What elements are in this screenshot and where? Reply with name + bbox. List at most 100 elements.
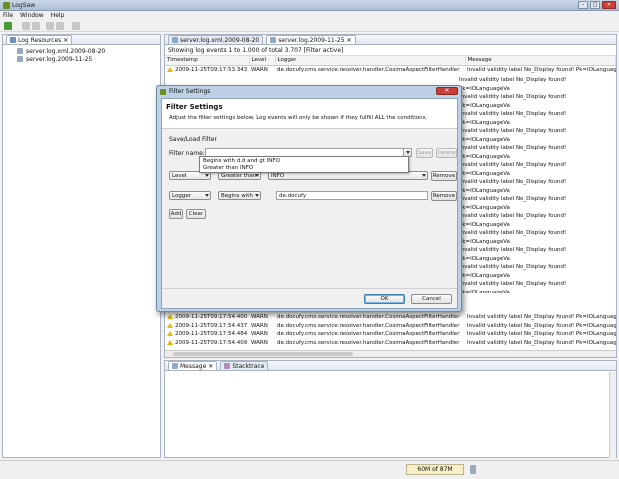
- warning-icon: [167, 314, 173, 320]
- cell-level: WARN: [251, 331, 268, 338]
- filter-name-dropdown: Begins with d.d and gt INFO Greater than…: [199, 156, 409, 173]
- list-item[interactable]: server.log.2009-11-25: [3, 55, 160, 63]
- dialog-title: Filter Settings: [169, 88, 211, 95]
- table-row[interactable]: 2009-11-25T09:17:54.484 WARN de.docufy.c…: [165, 330, 616, 339]
- back-icon[interactable]: [22, 22, 30, 30]
- cell-message: Invalid validity label No_Display found!…: [459, 128, 567, 143]
- rule2-remove-button[interactable]: Remove: [431, 191, 457, 201]
- log-resource-label: server.log.xml.2009-08-20: [26, 47, 106, 55]
- tab-log-resources[interactable]: Log Resources ✕: [6, 35, 73, 44]
- cell-message: Invalid validity label No_Display found!…: [459, 77, 567, 92]
- tab-log-xml[interactable]: server.log.xml.2009-08-20: [168, 35, 264, 44]
- chevron-down-icon: [205, 194, 209, 197]
- cell-message: Invalid validity label No_Display found!…: [459, 247, 567, 262]
- menu-help[interactable]: Help: [51, 12, 65, 19]
- cell-timestamp: 2009-11-25T09:17:54.484: [175, 331, 248, 338]
- status-bar: 60M of 87M: [0, 460, 619, 479]
- chevron-down-icon: [255, 174, 259, 177]
- tab-stacktrace[interactable]: Stacktrace: [220, 361, 269, 370]
- cell-message: Invalid validity label No_Display found!…: [467, 322, 616, 329]
- list-item[interactable]: server.log.xml.2009-08-20: [3, 47, 160, 55]
- col-timestamp[interactable]: Timestamp: [165, 56, 250, 66]
- dropdown-option[interactable]: Begins with d.d and gt INFO: [203, 158, 405, 165]
- cell-message: Invalid validity label No_Display found!…: [459, 179, 567, 194]
- chevron-down-icon: [205, 174, 209, 177]
- cell-timestamp: 2009-11-25T09:17:54.409: [175, 339, 248, 346]
- table-row[interactable]: 2009-11-25T09:17:54.437 WARN de.docufy.c…: [165, 322, 616, 331]
- chevron-down-icon[interactable]: [403, 149, 411, 156]
- cell-message: Invalid validity label No_Display found!…: [459, 94, 567, 109]
- window-close-button[interactable]: ✕: [602, 1, 616, 9]
- chevron-down-icon: [422, 174, 426, 177]
- dialog-titlebar: Filter Settings: [157, 86, 461, 97]
- minimize-button[interactable]: –: [578, 1, 588, 9]
- clear-rules-button[interactable]: Clear: [186, 209, 206, 219]
- message-column-overflow: Invalid validity label No_Display found!…: [459, 76, 616, 293]
- table-header-row: Timestamp Level Logger Message: [165, 56, 616, 66]
- dropdown-option[interactable]: Greater than INFO: [203, 165, 405, 172]
- message-tab-strip: Message ✕ Stacktrace: [165, 361, 616, 371]
- close-icon[interactable]: ✕: [63, 37, 68, 44]
- ok-button[interactable]: OK: [364, 294, 405, 304]
- add-rule-button[interactable]: Add: [169, 209, 183, 219]
- window-controls: – □ ✕: [578, 1, 616, 9]
- tab-label: server.log.2009-11-25: [278, 36, 345, 44]
- save-load-group-label: Save/Load Filter: [169, 136, 217, 143]
- col-message[interactable]: Message: [465, 56, 616, 66]
- rule2-value-input[interactable]: de.docufy: [276, 191, 428, 200]
- window-title: LogSaw: [12, 2, 36, 9]
- cell-message: Invalid validity label No_Display found!…: [459, 145, 567, 160]
- menu-window[interactable]: Window: [20, 12, 44, 19]
- table-row[interactable]: 2009-11-25T09:17:53.343 WARN de.docufy.c…: [165, 65, 616, 74]
- log-resources-panel: Log Resources ✕ server.log.xml.2009-08-2…: [2, 34, 161, 458]
- menu-bar: File Window Help: [0, 11, 619, 20]
- cancel-button[interactable]: Cancel: [411, 294, 452, 304]
- rule2-field-value: Logger: [172, 192, 191, 199]
- dialog-description: Adjust the filter settings below. Log ev…: [169, 115, 428, 121]
- cell-message: Invalid validity label No_Display found!…: [467, 314, 616, 321]
- rule2-operator-select[interactable]: Begins with: [218, 191, 261, 200]
- logsaw-app-icon: [3, 2, 10, 9]
- table-row[interactable]: 2009-11-25T09:17:54.400 WARN de.docufy.c…: [165, 313, 616, 322]
- stacktrace-icon: [224, 363, 231, 369]
- filter-icon[interactable]: [72, 22, 80, 30]
- col-logger[interactable]: Logger: [275, 56, 466, 66]
- cell-message: Invalid validity label No_Display found!…: [459, 264, 567, 279]
- delete-button[interactable]: Delete: [436, 148, 457, 158]
- cell-message: Invalid validity label No_Display found!…: [467, 339, 616, 346]
- col-level[interactable]: Level: [249, 56, 276, 66]
- dialog-header: Filter Settings Adjust the filter settin…: [162, 99, 457, 129]
- first-page-icon[interactable]: [46, 22, 54, 30]
- vertical-scrollbar[interactable]: [609, 372, 616, 458]
- cell-message: Invalid validity label No_Display found!…: [459, 230, 567, 245]
- warning-icon: [167, 331, 173, 337]
- last-page-icon[interactable]: [56, 22, 64, 30]
- maximize-button[interactable]: □: [590, 1, 600, 9]
- close-icon[interactable]: ✕: [347, 37, 352, 44]
- dialog-close-button[interactable]: ✕: [436, 87, 458, 95]
- message-icon: [172, 363, 178, 369]
- cell-message: Invalid validity label No_Display found!…: [459, 196, 567, 211]
- filter-settings-dialog: Filter Settings ✕ Filter Settings Adjust…: [156, 85, 462, 312]
- forward-icon[interactable]: [32, 22, 40, 30]
- log-resource-label: server.log.2009-11-25: [26, 55, 93, 63]
- scrollbar-thumb[interactable]: [173, 352, 353, 356]
- close-icon[interactable]: ✕: [208, 363, 213, 370]
- cell-level: WARN: [251, 314, 268, 321]
- rule1-remove-button[interactable]: Remove: [431, 171, 457, 181]
- horizontal-scrollbar[interactable]: [165, 350, 616, 357]
- save-button[interactable]: Save: [416, 148, 433, 158]
- cell-logger: de.docufy.cms.service.resolver.handler.C…: [277, 339, 460, 346]
- table-row[interactable]: 2009-11-25T09:17:54.409 WARN de.docufy.c…: [165, 339, 616, 348]
- log-file-icon: [17, 56, 23, 62]
- cell-message: Invalid validity label No_Display found!…: [459, 213, 567, 228]
- rule1-operator-value: Greater than: [221, 172, 257, 179]
- tab-message[interactable]: Message ✕: [168, 361, 218, 370]
- garbage-collect-icon[interactable]: [470, 465, 476, 474]
- menu-file[interactable]: File: [3, 12, 13, 19]
- log-file-icon: [270, 37, 277, 43]
- log-table-bottom: 2009-11-25T09:17:54.400 WARN de.docufy.c…: [165, 313, 616, 347]
- open-log-icon[interactable]: [4, 22, 12, 30]
- tab-log-2009-11-25[interactable]: server.log.2009-11-25 ✕: [266, 35, 356, 44]
- rule2-field-select[interactable]: Logger: [169, 191, 211, 200]
